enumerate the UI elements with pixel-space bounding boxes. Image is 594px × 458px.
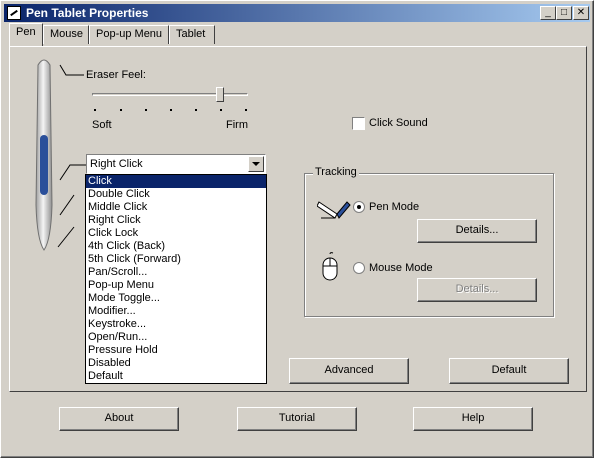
help-button[interactable]: Help: [413, 407, 533, 431]
dropdown-option[interactable]: 5th Click (Forward): [86, 253, 266, 266]
button-function-dropdown[interactable]: Right Click: [86, 154, 266, 174]
slider-tick: [245, 109, 247, 111]
tab-tablet[interactable]: Tablet: [169, 25, 215, 44]
eraser-soft-label: Soft: [92, 119, 112, 131]
dropdown-option[interactable]: Keystroke...: [86, 318, 266, 331]
title-bar[interactable]: Pen Tablet Properties _ □ ✕: [4, 4, 590, 22]
minimize-icon: _: [545, 7, 551, 18]
tutorial-button-label: Tutorial: [278, 412, 316, 424]
dropdown-option[interactable]: Mode Toggle...: [86, 292, 266, 305]
tab-mouse[interactable]: Mouse: [43, 25, 89, 44]
mouse-mode-radio[interactable]: [353, 262, 365, 274]
eraser-feel-slider[interactable]: [92, 87, 248, 113]
slider-tick: [94, 109, 96, 111]
pen-mode-radio[interactable]: [353, 201, 365, 213]
eraser-feel-label: Eraser Feel:: [86, 69, 146, 81]
chevron-down-icon[interactable]: [248, 156, 264, 172]
about-button[interactable]: About: [59, 407, 179, 431]
tab-pen[interactable]: Pen: [9, 23, 43, 46]
eraser-firm-label: Firm: [226, 119, 248, 131]
pen-mode-label: Pen Mode: [369, 201, 420, 213]
default-button-label: Default: [491, 364, 527, 376]
tab-pen-label: Pen: [16, 26, 36, 38]
click-sound-label: Click Sound: [369, 117, 428, 129]
minimize-button[interactable]: _: [540, 6, 556, 20]
tutorial-button[interactable]: Tutorial: [237, 407, 357, 431]
default-button[interactable]: Default: [449, 358, 569, 384]
about-button-label: About: [104, 412, 134, 424]
slider-track: [92, 93, 248, 96]
maximize-button[interactable]: □: [556, 6, 572, 20]
advanced-button[interactable]: Advanced: [289, 358, 409, 384]
dropdown-option[interactable]: Pan/Scroll...: [86, 266, 266, 279]
dropdown-option[interactable]: Default: [86, 370, 266, 383]
mouse-mode-details-label: Details...: [455, 283, 499, 295]
tab-popup-menu[interactable]: Pop-up Menu: [89, 25, 169, 44]
dropdown-option[interactable]: Middle Click: [86, 201, 266, 214]
help-button-label: Help: [461, 412, 485, 424]
slider-tick: [170, 109, 172, 111]
dropdown-selected-value: Right Click: [90, 158, 143, 170]
dropdown-option[interactable]: Pop-up Menu: [86, 279, 266, 292]
pen-mode-details-button[interactable]: Details...: [417, 219, 537, 243]
dropdown-option[interactable]: Click Lock: [86, 227, 266, 240]
slider-thumb[interactable]: [216, 87, 224, 102]
dropdown-option[interactable]: Open/Run...: [86, 331, 266, 344]
dropdown-option[interactable]: Click: [86, 175, 266, 188]
button-function-options: Click Double Click Middle Click Right Click…: [85, 174, 267, 384]
slider-tick: [145, 109, 147, 111]
advanced-button-label: Advanced: [324, 364, 374, 376]
slider-tick: [120, 109, 122, 111]
dropdown-option[interactable]: 4th Click (Back): [86, 240, 266, 253]
tracking-title: Tracking: [313, 166, 359, 178]
tab-popup-menu-label: Pop-up Menu: [96, 28, 163, 40]
dropdown-option[interactable]: Right Click: [86, 214, 266, 227]
dropdown-option[interactable]: Disabled: [86, 357, 266, 370]
mouse-mode-details-button[interactable]: Details...: [417, 278, 537, 302]
mouse-icon: [322, 252, 338, 281]
close-button[interactable]: ✕: [573, 6, 589, 20]
pen-mode-icon: [317, 201, 351, 219]
window-title: Pen Tablet Properties: [26, 6, 149, 20]
click-sound-checkbox[interactable]: [352, 117, 365, 130]
properties-window: Pen Tablet Properties _ □ ✕ Pen Mouse Po…: [0, 0, 594, 458]
dropdown-option[interactable]: Pressure Hold: [86, 344, 266, 357]
close-icon: ✕: [576, 7, 586, 18]
pen-tablet-app-icon: [7, 6, 21, 20]
slider-tick: [220, 109, 222, 111]
dropdown-option[interactable]: Double Click: [86, 188, 266, 201]
tab-tablet-label: Tablet: [176, 28, 206, 40]
tab-mouse-label: Mouse: [50, 28, 84, 40]
dropdown-option[interactable]: Modifier...: [86, 305, 266, 318]
mouse-mode-label: Mouse Mode: [369, 262, 433, 274]
maximize-icon: □: [560, 7, 568, 18]
tracking-group: Tracking Pen Mode Details... Mouse Mode …: [304, 166, 554, 317]
pen-mode-details-label: Details...: [455, 224, 499, 236]
slider-tick: [195, 109, 197, 111]
